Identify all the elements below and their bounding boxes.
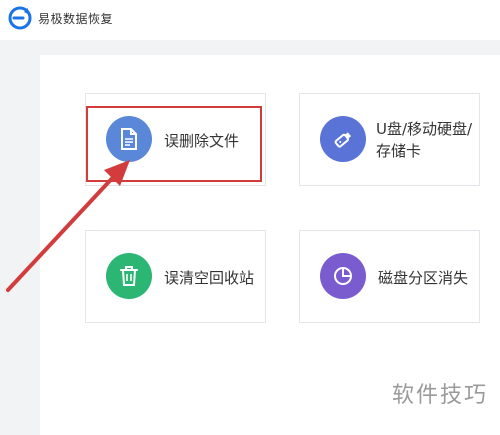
- title-bar: 易极数据恢复: [0, 0, 500, 40]
- deleted-files-card[interactable]: 误删除文件: [85, 93, 266, 186]
- usb-drive-card[interactable]: U盘/移动硬盘/存储卡: [299, 93, 480, 186]
- trash-icon: [106, 253, 152, 299]
- app-title: 易极数据恢复: [38, 12, 114, 26]
- usb-drive-icon: [320, 116, 366, 162]
- watermark-text: 软件技巧: [391, 383, 488, 408]
- recovery-logo-icon: [8, 6, 32, 30]
- pie-chart-icon: [320, 253, 366, 299]
- recycle-bin-card[interactable]: 误清空回收站: [85, 230, 266, 323]
- recycle-bin-label: 误清空回收站: [164, 269, 255, 287]
- deleted-files-label: 误删除文件: [164, 132, 240, 150]
- usb-drive-label: U盘/移动硬盘/存储卡: [376, 120, 473, 160]
- partition-lost-label: 磁盘分区消失: [378, 269, 469, 287]
- document-icon: [106, 116, 152, 162]
- partition-lost-card[interactable]: 磁盘分区消失: [299, 230, 480, 323]
